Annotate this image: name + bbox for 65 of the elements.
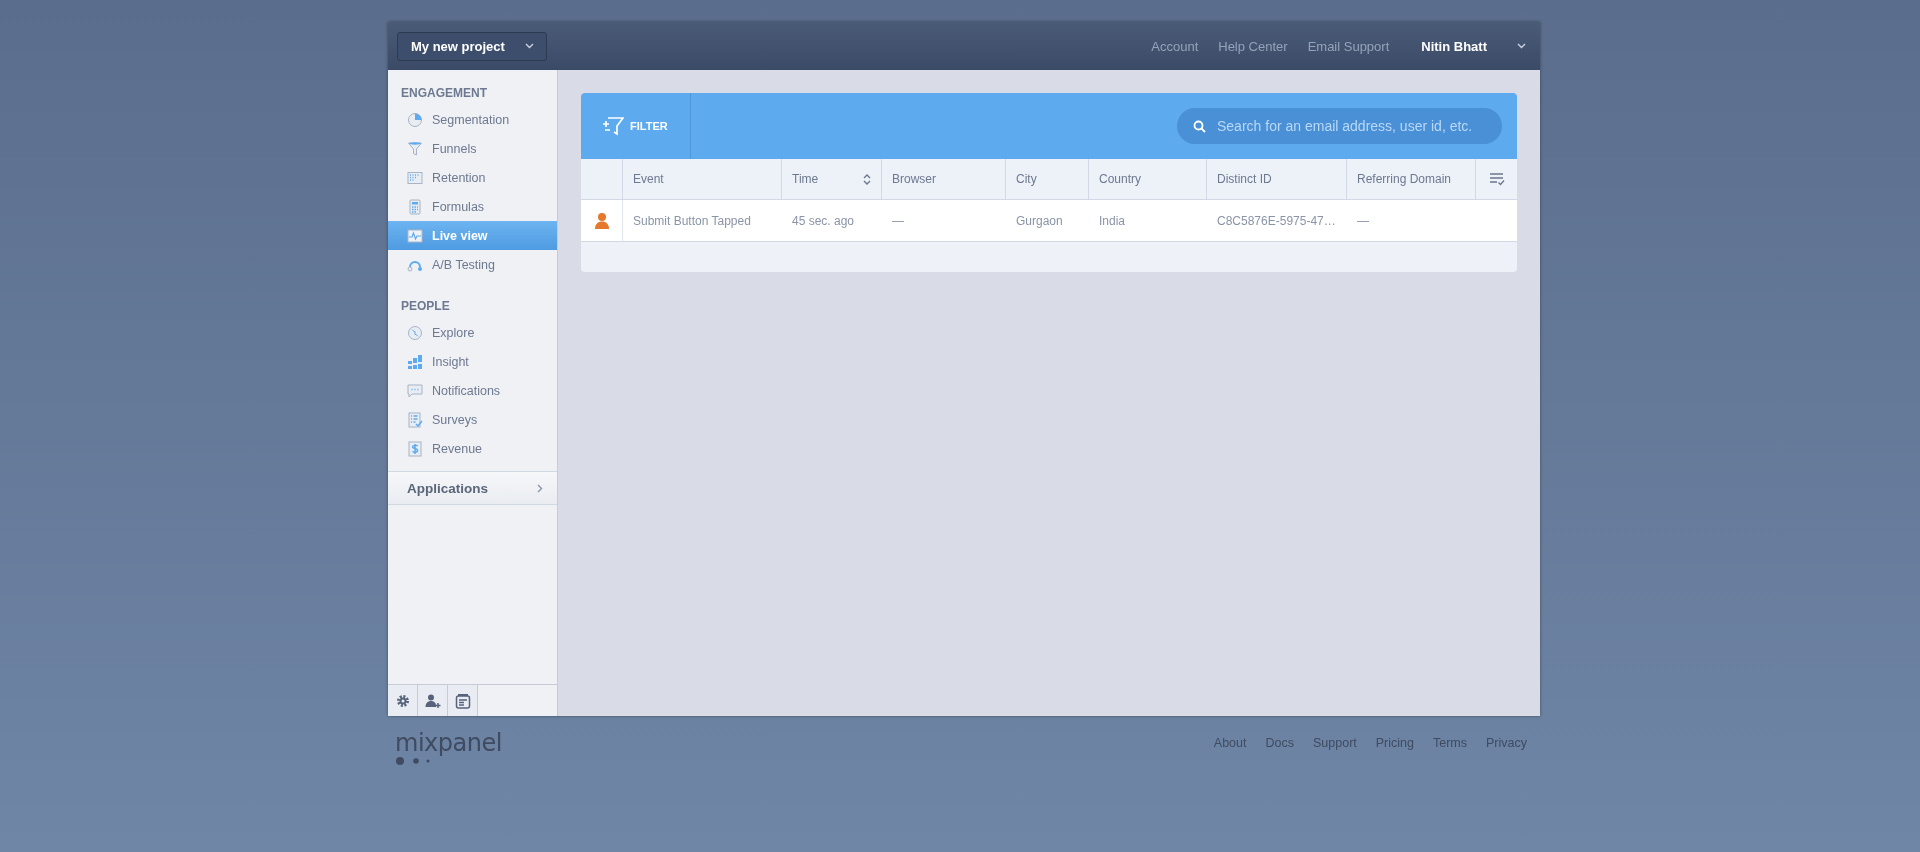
filter-funnel-icon [602,116,624,136]
column-header[interactable]: City [1005,159,1088,199]
sidebar-item[interactable]: Funnels [388,134,557,163]
project-selector[interactable]: My new project [397,31,547,61]
column-header[interactable]: Referring Domain [1346,159,1475,199]
column-header[interactable]: Event [622,159,781,199]
section-heading: ENGAGEMENT [400,86,488,102]
compass-icon [407,324,423,341]
pulse-icon [407,227,423,244]
inbox-icon [454,692,471,709]
sidebar-item[interactable]: Revenue [388,434,557,463]
chevron-down-icon [525,43,534,49]
toolbar-button[interactable] [448,685,478,716]
sidebar-item[interactable]: Insight [388,347,557,376]
sidebar-item[interactable]: Retention [388,163,557,192]
footer-link[interactable]: Docs [1265,736,1294,750]
sidebar-item[interactable]: Surveys [388,405,557,434]
toolbar-button[interactable] [418,685,448,716]
user-icon [593,211,610,230]
grid-icon [407,169,423,186]
footer-link[interactable]: Pricing [1375,736,1414,750]
bars-icon [407,353,423,370]
pie-icon [407,111,423,128]
nav-link[interactable]: Help Center [1218,38,1288,54]
column-header[interactable]: Distinct ID [1206,159,1346,199]
chat-icon [407,382,423,399]
logo-wordmark: mixpanel [395,730,502,756]
funnel-icon [407,140,423,157]
chevron-down-icon[interactable] [1517,43,1526,49]
sidebar-item[interactable]: Notifications [388,376,557,405]
nav-link[interactable]: Email Support [1307,38,1390,54]
user-menu[interactable]: Nitin Bhatt [1421,38,1487,54]
column-header[interactable]: Browser [881,159,1005,199]
search-field[interactable]: Search for an email address, user id, etc. [1177,108,1502,144]
search-icon [1193,120,1206,133]
column-header[interactable]: Time [781,159,881,199]
section-heading: PEOPLE [400,299,451,315]
calculator-icon [407,198,423,215]
sidebar-item[interactable]: Segmentation [388,105,557,134]
checklist-icon [407,411,423,428]
dollar-icon [407,440,423,457]
applications-link[interactable]: Applications [388,471,557,505]
gear-icon [394,692,411,709]
table-cell-text: India [1098,212,1127,230]
table-cell-text: — [1356,212,1370,230]
sidebar-item[interactable]: Formulas [388,192,557,221]
column-settings-icon[interactable] [1488,172,1505,186]
toolbar-button[interactable] [388,685,418,716]
footer-link[interactable]: Terms [1433,736,1467,750]
table-cell-text: C8C5876E-5975-47… [1216,212,1337,230]
chevron-right-icon [537,483,543,493]
footer-link[interactable]: Support [1313,736,1357,750]
sidebar-item[interactable]: A/B Testing [388,250,557,279]
table-cell-text: — [891,212,905,230]
nav-link[interactable]: Account [1151,38,1199,54]
sidebar-item[interactable]: Live view [388,221,557,250]
column-header[interactable]: Country [1088,159,1206,199]
sort-icon [863,173,871,185]
sidebar-item[interactable]: Explore [388,318,557,347]
table-cell-text: 45 sec. ago [791,212,856,230]
table-cell-text: Submit Button Tapped [632,212,752,230]
footer-link[interactable]: Privacy [1486,736,1527,750]
person-add-icon [424,692,441,709]
footer-link[interactable]: About [1213,736,1247,750]
table-cell-text: Gurgaon [1015,212,1064,230]
